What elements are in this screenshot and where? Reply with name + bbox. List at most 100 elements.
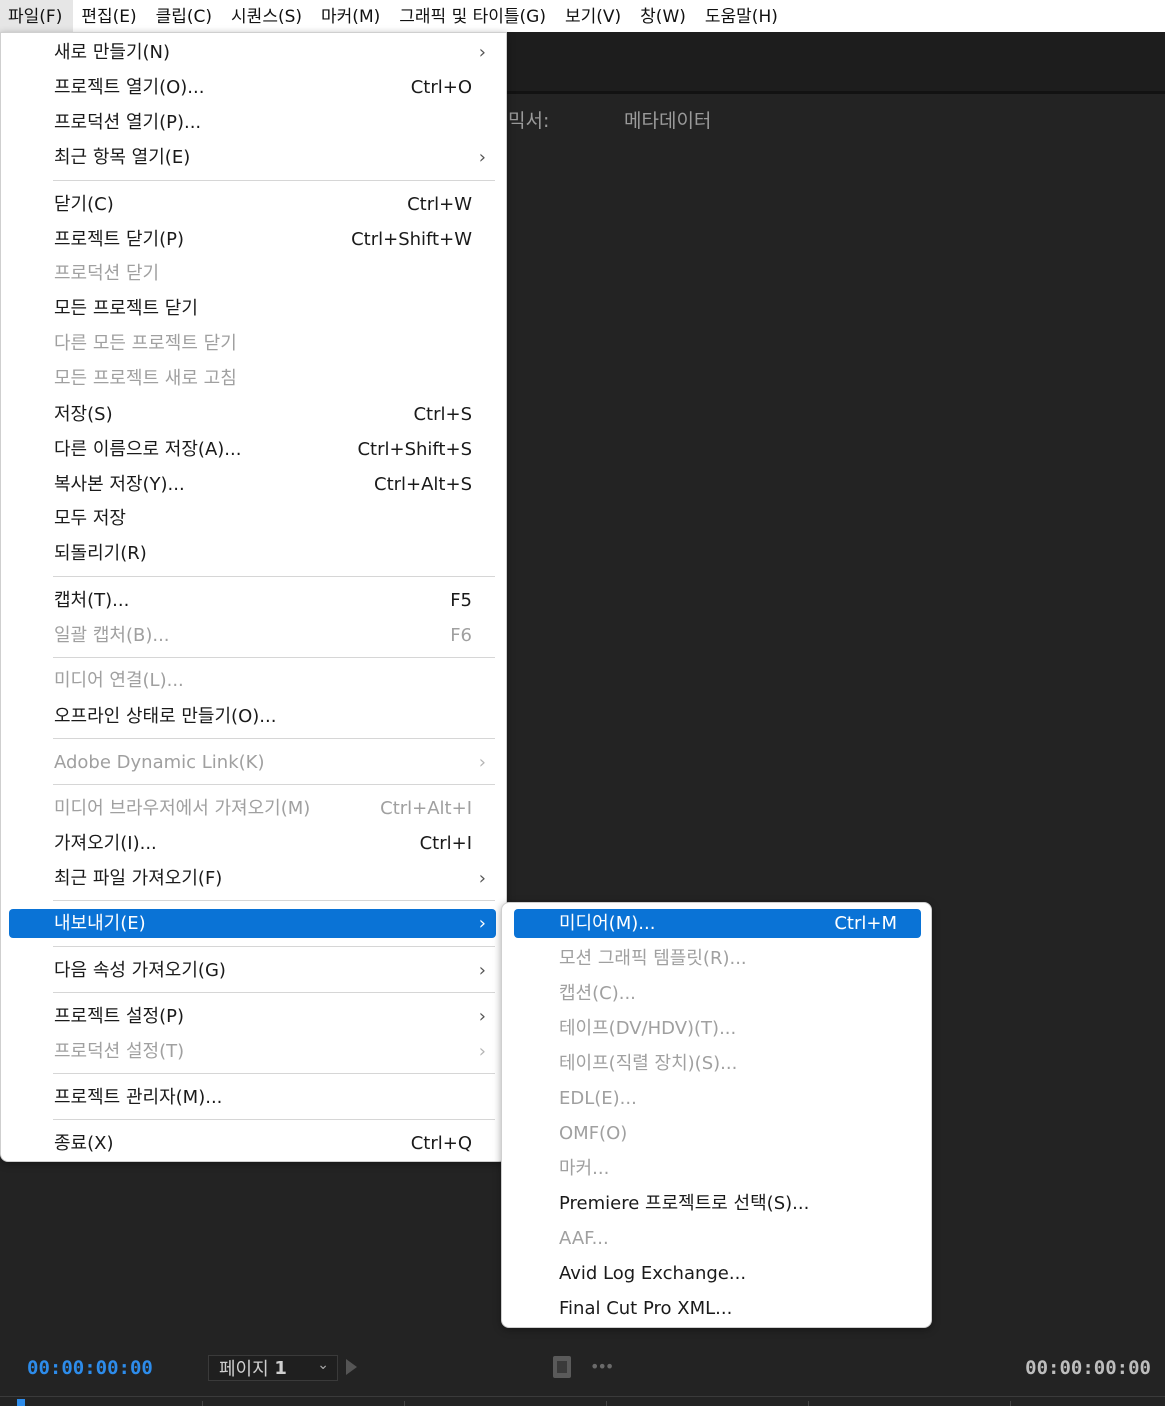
export-submenu: 미디어(M)... Ctrl+M 모션 그래픽 템플릿(R)... 캡션(C)..… — [501, 902, 932, 1328]
menu-separator — [53, 992, 495, 993]
menu-item-save-copy[interactable]: 복사본 저장(Y)... Ctrl+Alt+S — [9, 470, 496, 499]
chevron-right-icon: › — [478, 960, 486, 981]
chevron-right-icon: › — [478, 1041, 486, 1062]
menu-graphics[interactable]: 그래픽 및 타이틀(G) — [391, 0, 557, 32]
menu-item-export[interactable]: 내보내기(E) › — [9, 909, 496, 938]
menu-separator — [53, 657, 495, 658]
menu-item-shortcut: Ctrl+S — [413, 404, 472, 425]
menu-item-label: 프로젝트 열기(O)... — [54, 77, 205, 98]
menu-item-label: 새로 만들기(N) — [54, 42, 171, 63]
menu-item-import-recent[interactable]: 최근 파일 가져오기(F) › — [9, 864, 496, 893]
menu-item-label: OMF(O) — [559, 1123, 628, 1144]
menu-item-label: 모든 프로젝트 새로 고침 — [54, 368, 237, 389]
menu-item-label: 미디어 브라우저에서 가져오기(M) — [54, 798, 311, 819]
menu-item-label: 저장(S) — [54, 404, 113, 425]
menu-item-label: 다른 이름으로 저장(A)... — [54, 439, 242, 460]
menu-item-label: 프로덕션 열기(P)... — [54, 112, 202, 133]
menu-item-label: 미디어(M)... — [559, 913, 656, 934]
export-item-motion-graphics-template: 모션 그래픽 템플릿(R)... — [514, 944, 921, 973]
menu-window[interactable]: 창(W) — [632, 0, 697, 32]
menu-item-shortcut: Ctrl+O — [410, 77, 472, 98]
menu-item-revert[interactable]: 되돌리기(R) — [9, 539, 496, 568]
menu-item-label: 복사본 저장(Y)... — [54, 474, 185, 495]
menu-view[interactable]: 보기(V) — [557, 0, 632, 32]
menu-item-import[interactable]: 가져오기(I)... Ctrl+I — [9, 829, 496, 858]
menu-item-label: 내보내기(E) — [54, 913, 146, 934]
menu-item-shortcut: Ctrl+Alt+I — [380, 798, 472, 819]
menu-item-label: AAF... — [559, 1228, 609, 1249]
menu-item-label: 테이프(DV/HDV)(T)... — [559, 1018, 737, 1039]
menu-item-label: 오프라인 상태로 만들기(O)... — [54, 706, 277, 727]
menu-clip[interactable]: 클립(C) — [148, 0, 223, 32]
menu-item-get-properties[interactable]: 다음 속성 가져오기(G) › — [9, 956, 496, 985]
menu-item-label: 되돌리기(R) — [54, 543, 147, 564]
menu-item-link-media: 미디어 연결(L)... — [9, 666, 496, 695]
menu-item-close-all-projects[interactable]: 모든 프로젝트 닫기 — [9, 294, 496, 323]
chevron-down-icon: ⌄ — [317, 1357, 329, 1373]
menu-item-save[interactable]: 저장(S) Ctrl+S — [9, 400, 496, 429]
page-select[interactable]: 페이지 1 ⌄ — [208, 1355, 338, 1381]
export-item-omf: OMF(O) — [514, 1119, 921, 1148]
menu-sequence[interactable]: 시퀀스(S) — [223, 0, 313, 32]
chevron-right-icon: › — [478, 147, 486, 168]
menu-item-open-recent[interactable]: 최근 항목 열기(E) › — [9, 143, 496, 172]
menu-item-shortcut: Ctrl+Q — [410, 1133, 472, 1154]
menu-item-project-manager[interactable]: 프로젝트 관리자(M)... — [9, 1083, 496, 1112]
menu-item-production-settings: 프로덕션 설정(T) › — [9, 1037, 496, 1066]
menu-item-save-as[interactable]: 다른 이름으로 저장(A)... Ctrl+Shift+S — [9, 435, 496, 464]
menu-item-shortcut: Ctrl+M — [834, 913, 897, 934]
chevron-right-icon: › — [478, 42, 486, 63]
menu-edit[interactable]: 편집(E) — [73, 0, 147, 32]
menu-item-open-production[interactable]: 프로덕션 열기(P)... — [9, 108, 496, 137]
menu-item-label: Avid Log Exchange... — [559, 1263, 747, 1284]
menu-item-label: 최근 파일 가져오기(F) — [54, 868, 223, 889]
play-icon[interactable] — [346, 1359, 357, 1375]
menu-file[interactable]: 파일(F) — [0, 0, 74, 32]
menu-help[interactable]: 도움말(H) — [697, 0, 789, 32]
export-item-aaf: AAF... — [514, 1224, 921, 1253]
tab-mixer[interactable]: 믹서: — [508, 106, 549, 133]
audio-wave-icon[interactable]: ••• — [590, 1357, 614, 1376]
chevron-right-icon: › — [478, 913, 486, 934]
menu-item-label: Premiere 프로젝트로 선택(S)... — [559, 1193, 810, 1214]
menu-item-label: Adobe Dynamic Link(K) — [54, 752, 265, 773]
menu-item-label: 프로덕션 닫기 — [54, 263, 160, 284]
file-menu: 새로 만들기(N) › 프로젝트 열기(O)... Ctrl+O 프로덕션 열기(P… — [0, 32, 507, 1162]
menu-item-label: 다른 모든 프로젝트 닫기 — [54, 333, 237, 354]
export-item-avid-log-exchange[interactable]: Avid Log Exchange... — [514, 1259, 921, 1288]
menu-item-capture[interactable]: 캡처(T)... F5 — [9, 586, 496, 615]
menu-item-label: Final Cut Pro XML... — [559, 1298, 733, 1319]
menu-item-label: 프로젝트 설정(P) — [54, 1006, 184, 1027]
menu-item-label: 마커... — [559, 1158, 610, 1179]
menu-item-project-settings[interactable]: 프로젝트 설정(P) › — [9, 1002, 496, 1031]
menu-item-label: 종료(X) — [54, 1133, 114, 1154]
export-item-premiere-project[interactable]: Premiere 프로젝트로 선택(S)... — [514, 1189, 921, 1218]
export-item-tape-dv-hdv: 테이프(DV/HDV)(T)... — [514, 1014, 921, 1043]
menu-bar: 파일(F) 편집(E) 클립(C) 시퀀스(S) 마커(M) 그래픽 및 타이틀… — [0, 0, 1165, 32]
film-icon[interactable] — [553, 1356, 571, 1378]
menu-item-make-offline[interactable]: 오프라인 상태로 만들기(O)... — [9, 702, 496, 731]
playhead-marker[interactable] — [17, 1399, 25, 1406]
menu-item-new[interactable]: 새로 만들기(N) › — [9, 38, 496, 67]
menu-item-shortcut: F5 — [450, 590, 472, 611]
menu-item-label: 미디어 연결(L)... — [54, 670, 184, 691]
menu-item-save-all[interactable]: 모두 저장 — [9, 504, 496, 533]
menu-item-open-project[interactable]: 프로젝트 열기(O)... Ctrl+O — [9, 73, 496, 102]
menu-item-close-project[interactable]: 프로젝트 닫기(P) Ctrl+Shift+W — [9, 225, 496, 254]
menu-item-refresh-all-projects: 모든 프로젝트 새로 고침 — [9, 364, 496, 393]
playhead-timecode[interactable]: 00:00:00:00 — [27, 1357, 153, 1379]
tab-metadata[interactable]: 메타데이터 — [624, 106, 711, 133]
menu-item-label: 프로덕션 설정(T) — [54, 1041, 185, 1062]
menu-item-close-production: 프로덕션 닫기 — [9, 259, 496, 288]
menu-item-close-other-projects: 다른 모든 프로젝트 닫기 — [9, 329, 496, 358]
export-item-media[interactable]: 미디어(M)... Ctrl+M — [514, 909, 921, 938]
menu-item-label: 모두 저장 — [54, 508, 126, 529]
menu-item-exit[interactable]: 종료(X) Ctrl+Q — [9, 1129, 496, 1158]
menu-marker[interactable]: 마커(M) — [313, 0, 391, 32]
time-ruler[interactable] — [0, 1396, 1165, 1406]
menu-item-close[interactable]: 닫기(C) Ctrl+W — [9, 190, 496, 219]
export-item-captions: 캡션(C)... — [514, 979, 921, 1008]
menu-item-label: 프로젝트 관리자(M)... — [54, 1087, 223, 1108]
export-item-final-cut-pro-xml[interactable]: Final Cut Pro XML... — [514, 1294, 921, 1323]
chevron-right-icon: › — [478, 868, 486, 889]
